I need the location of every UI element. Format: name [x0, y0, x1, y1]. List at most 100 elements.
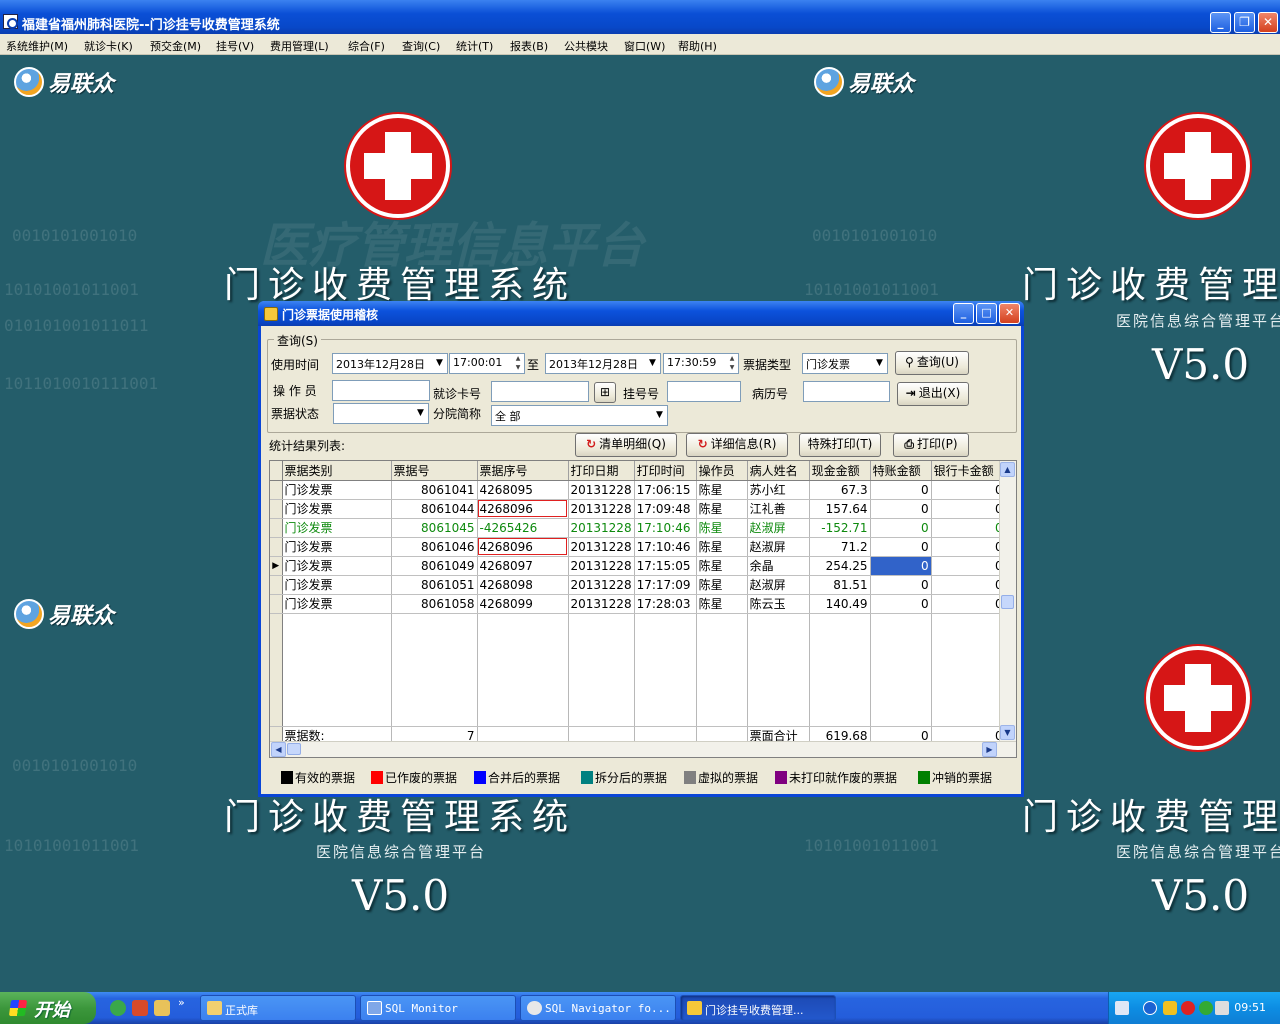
cell-print-time[interactable]: 17:09:48 [634, 499, 697, 519]
reg-no-input[interactable] [667, 381, 741, 402]
detail-info-button[interactable]: ↻ 详细信息(R) [686, 433, 788, 457]
cell-print-time[interactable]: 17:06:15 [634, 480, 697, 500]
table-row[interactable]: 门诊发票 8061044 4268096 20131228 17:09:48 陈… [270, 499, 1006, 519]
cell-patient[interactable]: 赵淑屏 [747, 518, 810, 538]
cell-type[interactable]: 门诊发票 [282, 537, 392, 557]
menu-card[interactable]: 就诊卡(K) [84, 38, 133, 54]
cell-special[interactable]: 0 [870, 518, 932, 538]
table-row[interactable]: 门诊发票 8061045 -4265426 20131228 17:10:46 … [270, 518, 1006, 538]
cell-patient[interactable]: 赵淑屏 [747, 537, 810, 557]
cell-operator[interactable]: 陈星 [696, 518, 748, 538]
cell-print-date[interactable]: 20131228 [568, 480, 635, 500]
cell-cash[interactable]: 71.2 [809, 537, 871, 557]
card-reader-button[interactable]: ⊞ [594, 382, 616, 403]
menu-deposit[interactable]: 预交金(M) [150, 38, 201, 54]
cell-print-time[interactable]: 17:17:09 [634, 575, 697, 595]
table-row[interactable]: 门诊发票 8061046 4268096 20131228 17:10:46 陈… [270, 537, 1006, 557]
dialog-maximize-button[interactable]: □ [976, 303, 997, 324]
cell-operator[interactable]: 陈星 [696, 499, 748, 519]
keyboard-icon[interactable] [1115, 1001, 1129, 1015]
cell-type[interactable]: 门诊发票 [282, 556, 392, 576]
scroll-left-icon[interactable]: ◀ [271, 742, 286, 757]
cell-patient[interactable]: 陈云玉 [747, 594, 810, 614]
cell-bank[interactable]: 0 [931, 575, 1006, 595]
cell-bank[interactable]: 0 [931, 518, 1006, 538]
cell-serial-no[interactable]: 4268096 [477, 537, 569, 557]
cell-print-time[interactable]: 17:28:03 [634, 594, 697, 614]
dialog-titlebar[interactable]: 门诊票据使用稽核 _ □ ✕ [258, 301, 1024, 326]
menu-common[interactable]: 公共模块 [564, 38, 608, 54]
column-header[interactable]: 打印日期 [568, 461, 635, 481]
scroll-right-icon[interactable]: ▶ [982, 742, 997, 757]
cell-serial-no[interactable]: 4268095 [477, 480, 569, 500]
cell-patient[interactable]: 余晶 [747, 556, 810, 576]
cell-cash[interactable]: -152.71 [809, 518, 871, 538]
chevron-down-icon[interactable]: ▼ [413, 404, 428, 423]
cell-print-date[interactable]: 20131228 [568, 594, 635, 614]
menu-help[interactable]: 帮助(H) [678, 38, 717, 54]
print-button[interactable]: ⎙ 打印(P) [893, 433, 969, 457]
cell-type[interactable]: 门诊发票 [282, 575, 392, 595]
date-to-picker[interactable]: 2013年12月28日 ▼ [545, 353, 661, 374]
menu-reports[interactable]: 报表(B) [510, 38, 548, 54]
chevron-down-icon[interactable]: ▼ [432, 354, 447, 373]
network-icon[interactable] [1215, 1001, 1229, 1015]
tray-app-icon[interactable] [1181, 1001, 1195, 1015]
scroll-up-icon[interactable]: ▲ [1000, 462, 1015, 477]
column-header[interactable]: 现金金额 [809, 461, 871, 481]
cell-print-date[interactable]: 20131228 [568, 537, 635, 557]
task-button[interactable]: SQL Monitor [360, 995, 516, 1021]
minimize-button[interactable]: _ [1210, 12, 1231, 33]
status-select[interactable]: ▼ [333, 403, 429, 424]
table-row-current[interactable]: ▶ 门诊发票 8061049 4268097 20131228 17:15:05… [270, 556, 1006, 576]
cell-patient[interactable]: 江礼善 [747, 499, 810, 519]
main-titlebar[interactable]: 福建省福州肺科医院--门诊挂号收费管理系统 _ ❐ ✕ [0, 0, 1280, 34]
vertical-scrollbar[interactable]: ▲ ▼ [999, 461, 1016, 742]
menu-composite[interactable]: 综合(F) [348, 38, 385, 54]
restore-button[interactable]: ❐ [1234, 12, 1255, 33]
scroll-down-icon[interactable]: ▼ [1000, 725, 1015, 740]
shield-icon[interactable] [1163, 1001, 1177, 1015]
chevron-down-icon[interactable]: ▼ [652, 406, 667, 425]
menu-stats[interactable]: 统计(T) [456, 38, 493, 54]
cell-type[interactable]: 门诊发票 [282, 480, 392, 500]
cell-patient[interactable]: 苏小红 [747, 480, 810, 500]
cell-print-time[interactable]: 17:10:46 [634, 518, 697, 538]
cell-type[interactable]: 门诊发票 [282, 594, 392, 614]
cell-cash[interactable]: 254.25 [809, 556, 871, 576]
cell-serial-no[interactable]: 4268097 [477, 556, 569, 576]
column-header[interactable]: 票据序号 [477, 461, 569, 481]
menu-system[interactable]: 系统维护(M) [6, 38, 68, 54]
cell-print-date[interactable]: 20131228 [568, 575, 635, 595]
table-row[interactable]: 门诊发票 8061041 4268095 20131228 17:06:15 陈… [270, 480, 1006, 500]
column-header[interactable]: 特账金额 [870, 461, 932, 481]
column-header[interactable]: 票据号 [391, 461, 478, 481]
cell-bank[interactable]: 0 [931, 594, 1006, 614]
cell-operator[interactable]: 陈星 [696, 480, 748, 500]
special-print-button[interactable]: 特殊打印(T) [799, 433, 881, 457]
column-header[interactable]: 病人姓名 [747, 461, 810, 481]
cell-bank[interactable]: 0 [931, 537, 1006, 557]
cell-special-selected[interactable]: 0 [870, 556, 932, 576]
column-header[interactable]: 票据类别 [282, 461, 392, 481]
ie-icon[interactable] [110, 1000, 126, 1016]
results-grid[interactable]: 票据类别 票据号 票据序号 打印日期 打印时间 操作员 病人姓名 现金金额 特账… [269, 460, 1017, 758]
branch-select[interactable]: 全 部 ▼ [491, 405, 668, 426]
cell-cash[interactable]: 157.64 [809, 499, 871, 519]
spin-arrows-icon[interactable]: ▲ ▼ [726, 354, 738, 373]
table-row[interactable]: 门诊发票 8061051 4268098 20131228 17:17:09 陈… [270, 575, 1006, 595]
scroll-thumb[interactable] [287, 743, 301, 755]
column-header[interactable]: 打印时间 [634, 461, 697, 481]
clear-detail-button[interactable]: ↻ 清单明细(Q) [575, 433, 677, 457]
record-no-input[interactable] [803, 381, 890, 402]
column-header[interactable]: 操作员 [696, 461, 748, 481]
dialog-close-button[interactable]: ✕ [999, 303, 1020, 324]
exit-button[interactable]: ⇥ 退出(X) [897, 382, 969, 406]
cell-special[interactable]: 0 [870, 575, 932, 595]
date-from-picker[interactable]: 2013年12月28日 ▼ [332, 353, 448, 374]
media-icon[interactable] [132, 1000, 148, 1016]
cell-print-date[interactable]: 20131228 [568, 556, 635, 576]
cell-serial-no[interactable]: 4268096 [477, 499, 569, 519]
card-no-input[interactable] [491, 381, 589, 402]
cell-cash[interactable]: 67.3 [809, 480, 871, 500]
